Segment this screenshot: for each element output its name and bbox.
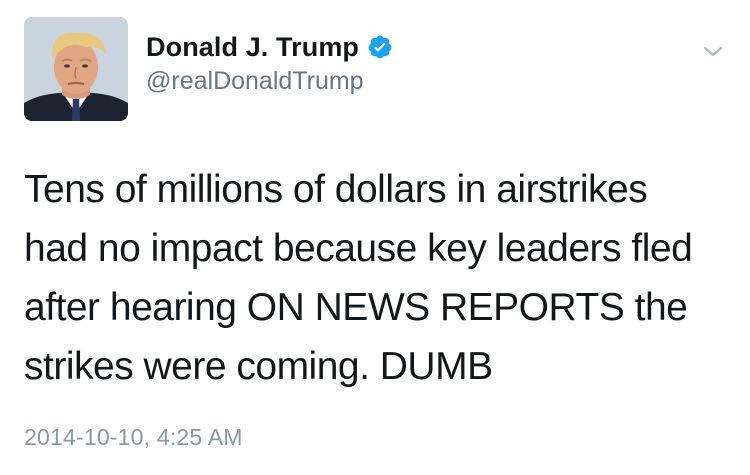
tweet-text-line: strikes were coming. DUMB xyxy=(24,345,493,388)
tweet-timestamp[interactable]: 2014-10-10, 4:25 AM xyxy=(24,424,243,451)
author-avatar[interactable] xyxy=(24,17,128,121)
author-handle[interactable]: @realDonaldTrump xyxy=(146,67,393,96)
verified-badge-icon xyxy=(367,34,393,60)
tweet-header: Donald J. Trump @realDonaldTrump xyxy=(146,30,393,96)
tweet-text-line: Tens of millions of dollars in airstrike… xyxy=(24,168,648,211)
tweet-card: Donald J. Trump @realDonaldTrump Tens of… xyxy=(0,0,750,475)
chevron-down-icon[interactable] xyxy=(700,42,726,62)
tweet-text-line: after hearing ON NEWS REPORTS the xyxy=(24,286,688,329)
avatar-portrait-icon xyxy=(24,17,128,121)
name-row: Donald J. Trump xyxy=(146,30,393,64)
tweet-text: Tens of millions of dollars in airstrike… xyxy=(24,160,739,396)
author-display-name[interactable]: Donald J. Trump xyxy=(146,32,359,63)
tweet-text-line: had no impact because key leaders fled xyxy=(24,227,693,270)
